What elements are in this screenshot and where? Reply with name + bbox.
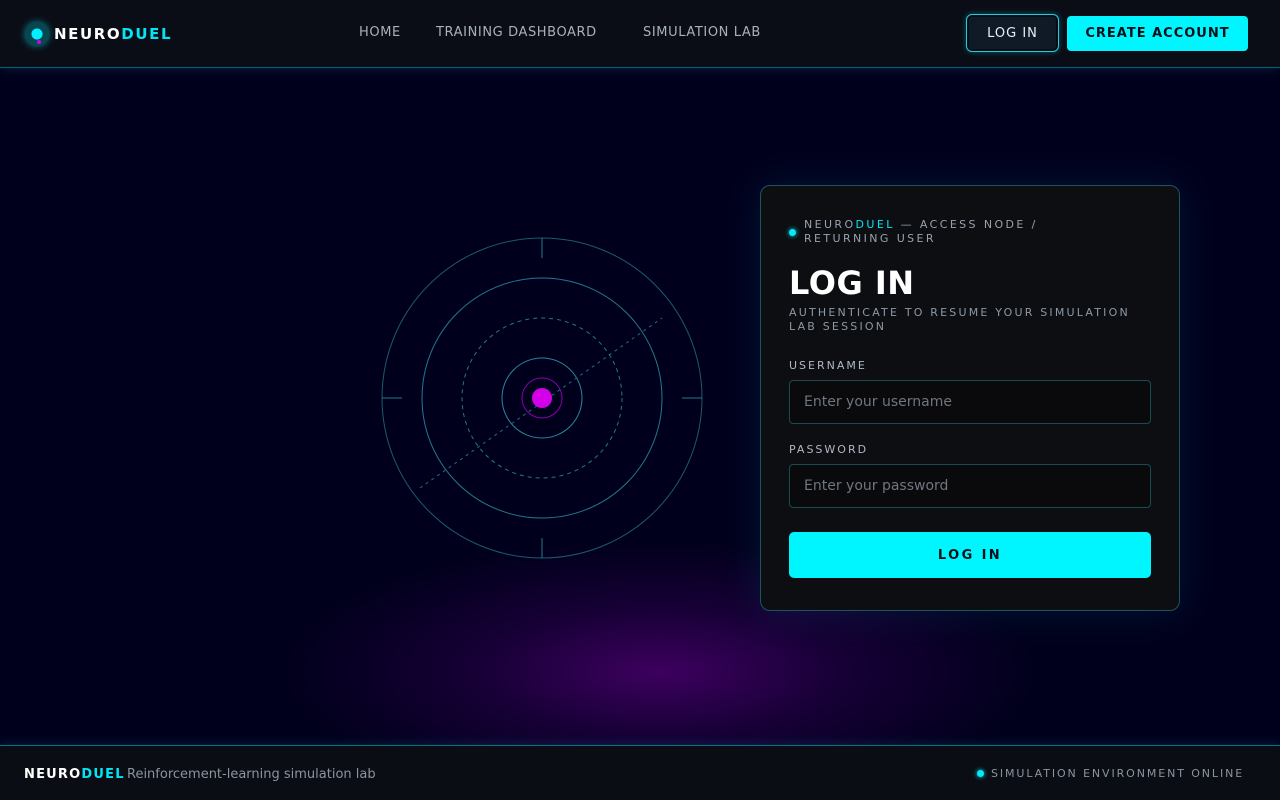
environment-status: SIMULATION ENVIRONMENT ONLINE [991, 767, 1245, 780]
username-input[interactable] [789, 380, 1151, 424]
radar-core-dot [532, 388, 552, 408]
username-label: USERNAME [789, 359, 867, 372]
nav-link-training-dashboard[interactable]: TRAINING DASHBOARD [436, 25, 597, 40]
card-kicker: NEURODUEL — ACCESS NODE / RETURNING USER [804, 218, 1038, 245]
top-nav-bar: NEURODUEL HOME TRAINING DASHBOARD SIMULA… [0, 0, 1280, 68]
logo-orb-icon [26, 23, 48, 45]
radar-target-graphic [381, 237, 703, 559]
password-label: PASSWORD [789, 443, 869, 456]
login-title: LOG IN [789, 264, 915, 302]
footer-brand: NEURODUEL [24, 767, 125, 782]
footer-tagline: Reinforcement-learning simulation lab [127, 767, 376, 782]
footer: NEURODUEL Reinforcement-learning simulat… [0, 745, 1280, 800]
login-subtitle: AUTHENTICATE TO RESUME YOUR SIMULATION L… [789, 306, 1130, 333]
brand-logo[interactable]: NEURODUEL [26, 22, 172, 46]
login-card: NEURODUEL — ACCESS NODE / RETURNING USER… [760, 185, 1180, 611]
brand-name: NEURODUEL [54, 25, 173, 43]
online-status-icon [977, 770, 984, 777]
password-input[interactable] [789, 464, 1151, 508]
login-submit-button[interactable]: LOG IN [789, 532, 1151, 578]
status-dot-icon [789, 229, 796, 236]
header-login-button[interactable]: LOG IN [966, 14, 1059, 52]
create-account-button[interactable]: CREATE ACCOUNT [1067, 16, 1248, 51]
nav-link-simulation-lab[interactable]: SIMULATION LAB [643, 25, 761, 40]
nav-link-home[interactable]: HOME [359, 25, 401, 40]
